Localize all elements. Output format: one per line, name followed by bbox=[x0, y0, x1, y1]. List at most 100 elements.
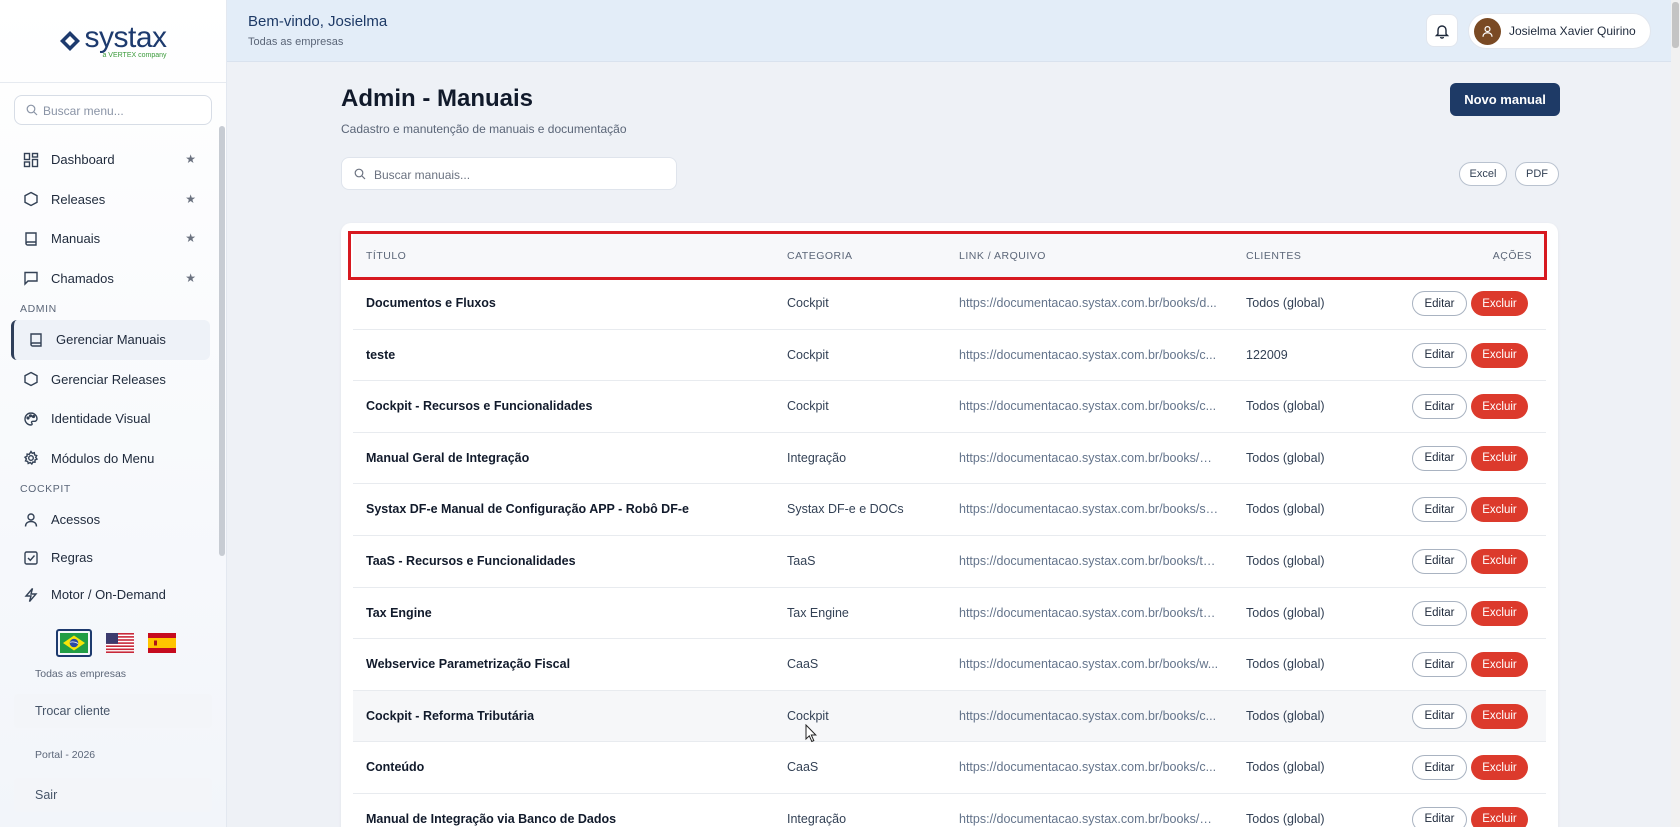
export-pdf-button[interactable]: PDF bbox=[1515, 162, 1559, 186]
delete-button[interactable]: Excluir bbox=[1471, 342, 1528, 368]
notifications-button[interactable] bbox=[1426, 14, 1458, 47]
sidebar-item-motor-on-demand[interactable]: Motor / On-Demand bbox=[0, 576, 216, 614]
table-row[interactable]: Cockpit - Reforma Tributária Cockpit htt… bbox=[353, 690, 1546, 743]
user-menu-button[interactable]: Josielma Xavier Quirino bbox=[1468, 13, 1651, 49]
menu-search-input[interactable]: Buscar menu... bbox=[14, 95, 212, 125]
star-icon[interactable]: ★ bbox=[185, 192, 196, 206]
star-icon[interactable]: ★ bbox=[185, 231, 196, 245]
table-row[interactable]: Systax DF-e Manual de Configuração APP -… bbox=[353, 484, 1546, 536]
cell-link[interactable]: https://documentacao.systax.com.br/books… bbox=[959, 348, 1219, 362]
cell-link[interactable]: https://documentacao.systax.com.br/books… bbox=[959, 399, 1219, 413]
table-row[interactable]: Tax Engine Tax Engine https://documentac… bbox=[353, 588, 1546, 640]
delete-button[interactable]: Excluir bbox=[1471, 548, 1528, 574]
delete-button[interactable]: Excluir bbox=[1471, 497, 1528, 523]
delete-button[interactable]: Excluir bbox=[1471, 755, 1528, 781]
logo-area: systax a VERTEX company bbox=[0, 0, 226, 83]
cell-link[interactable]: https://documentacao.systax.com.br/books… bbox=[959, 451, 1219, 465]
cell-link[interactable]: https://documentacao.systax.com.br/books… bbox=[959, 606, 1219, 620]
table-row[interactable]: Cockpit - Recursos e Funcionalidades Coc… bbox=[353, 381, 1546, 433]
table-row[interactable]: Manual Geral de Integração Integração ht… bbox=[353, 433, 1546, 485]
page-scrollbar[interactable] bbox=[1671, 0, 1680, 827]
page-scrollbar-thumb[interactable] bbox=[1672, 2, 1679, 48]
cell-category: CaaS bbox=[787, 760, 819, 775]
edit-button[interactable]: Editar bbox=[1412, 342, 1467, 368]
table-row[interactable]: Documentos e Fluxos Cockpit https://docu… bbox=[353, 278, 1546, 330]
delete-button[interactable]: Excluir bbox=[1471, 394, 1528, 420]
search-placeholder: Buscar manuais... bbox=[374, 168, 471, 182]
manuals-search-input[interactable]: Buscar manuais... bbox=[341, 157, 677, 190]
table-row[interactable]: Conteúdo CaaS https://documentacao.systa… bbox=[353, 742, 1546, 794]
sidebar-scrollbar[interactable] bbox=[219, 126, 225, 556]
delete-button[interactable]: Excluir bbox=[1471, 291, 1528, 316]
hexagon-icon bbox=[23, 371, 39, 387]
page-subtitle: Cadastro e manutenção de manuais e docum… bbox=[341, 122, 627, 136]
table-row[interactable]: TaaS - Recursos e Funcionalidades TaaS h… bbox=[353, 536, 1546, 588]
edit-button[interactable]: Editar bbox=[1412, 497, 1467, 523]
brand-logo[interactable]: systax a VERTEX company bbox=[59, 21, 167, 59]
brand-name: systax bbox=[84, 21, 167, 54]
sidebar-item-acessos[interactable]: Acessos bbox=[0, 500, 216, 540]
sidebar-item-chamados[interactable]: Chamados ★ bbox=[0, 259, 216, 299]
sidebar-item-gerenciar-releases[interactable]: Gerenciar Releases bbox=[0, 360, 216, 400]
cell-link[interactable]: https://documentacao.systax.com.br/books… bbox=[959, 812, 1219, 826]
delete-button[interactable]: Excluir bbox=[1471, 652, 1528, 678]
sidebar-item-label: Acessos bbox=[51, 512, 101, 528]
cell-clients: 122009 bbox=[1246, 347, 1288, 362]
column-header-category[interactable]: CATEGORIA bbox=[787, 250, 853, 262]
delete-button[interactable]: Excluir bbox=[1471, 445, 1528, 471]
delete-button[interactable]: Excluir bbox=[1471, 600, 1528, 626]
logout-button[interactable]: Sair bbox=[14, 778, 212, 812]
cell-link[interactable]: https://documentacao.systax.com.br/books… bbox=[959, 657, 1219, 671]
cell-link[interactable]: https://documentacao.systax.com.br/books… bbox=[959, 296, 1219, 310]
spain-flag-icon[interactable] bbox=[148, 633, 176, 653]
sidebar-item-modulos-menu[interactable]: Módulos do Menu bbox=[0, 439, 216, 479]
column-header-clients[interactable]: CLIENTES bbox=[1246, 250, 1301, 262]
edit-button[interactable]: Editar bbox=[1412, 445, 1467, 471]
language-pt-button[interactable] bbox=[56, 629, 92, 657]
star-icon[interactable]: ★ bbox=[185, 271, 196, 285]
edit-button[interactable]: Editar bbox=[1412, 394, 1467, 420]
column-header-title[interactable]: TÍTULO bbox=[366, 250, 406, 262]
cell-category: Integração bbox=[787, 811, 847, 826]
checkbox-icon bbox=[23, 550, 39, 566]
delete-button[interactable]: Excluir bbox=[1471, 806, 1528, 827]
edit-button[interactable]: Editar bbox=[1412, 548, 1467, 574]
usa-flag-icon[interactable] bbox=[106, 633, 134, 653]
table-row[interactable]: Webservice Parametrização Fiscal CaaS ht… bbox=[353, 639, 1546, 691]
cell-title: TaaS - Recursos e Funcionalidades bbox=[366, 553, 576, 568]
edit-button[interactable]: Editar bbox=[1412, 291, 1467, 316]
edit-button[interactable]: Editar bbox=[1412, 600, 1467, 626]
edit-button[interactable]: Editar bbox=[1412, 755, 1467, 781]
user-avatar-icon bbox=[1482, 25, 1493, 37]
sidebar-item-manuais[interactable]: Manuais ★ bbox=[0, 219, 216, 259]
cell-link[interactable]: https://documentacao.systax.com.br/books… bbox=[959, 760, 1219, 774]
star-icon[interactable]: ★ bbox=[185, 152, 196, 166]
sidebar-item-dashboard[interactable]: Dashboard ★ bbox=[0, 140, 216, 180]
portal-version-label: Portal - 2026 bbox=[35, 749, 96, 761]
cell-link[interactable]: https://documentacao.systax.com.br/books… bbox=[959, 502, 1219, 516]
cell-clients: Todos (global) bbox=[1246, 708, 1325, 723]
sidebar-item-identidade-visual[interactable]: Identidade Visual bbox=[0, 399, 216, 439]
manuals-table: TÍTULO CATEGORIA LINK / ARQUIVO CLIENTES… bbox=[341, 223, 1558, 827]
sidebar-item-releases[interactable]: Releases ★ bbox=[0, 180, 216, 220]
cell-clients: Todos (global) bbox=[1246, 502, 1325, 517]
cell-link[interactable]: https://documentacao.systax.com.br/books… bbox=[959, 554, 1219, 568]
switch-client-button[interactable]: Trocar cliente bbox=[14, 694, 212, 728]
new-manual-button[interactable]: Novo manual bbox=[1450, 83, 1560, 116]
export-excel-button[interactable]: Excel bbox=[1459, 162, 1507, 186]
sidebar-item-regras[interactable]: Regras bbox=[0, 540, 216, 576]
cell-clients: Todos (global) bbox=[1246, 657, 1325, 672]
table-row[interactable]: teste Cockpit https://documentacao.systa… bbox=[353, 330, 1546, 382]
sidebar-item-gerenciar-manuais[interactable]: Gerenciar Manuais bbox=[11, 320, 210, 360]
column-header-link[interactable]: LINK / ARQUIVO bbox=[959, 250, 1046, 262]
edit-button[interactable]: Editar bbox=[1412, 652, 1467, 678]
book-icon bbox=[28, 332, 44, 348]
sidebar-item-label: Dashboard bbox=[51, 152, 115, 168]
cell-link[interactable]: https://documentacao.systax.com.br/books… bbox=[959, 709, 1219, 723]
delete-button[interactable]: Excluir bbox=[1471, 703, 1528, 729]
sidebar-item-label: Regras bbox=[51, 550, 93, 565]
user-icon bbox=[23, 512, 39, 528]
table-row[interactable]: Manual de Integração via Banco de Dados … bbox=[353, 794, 1546, 827]
edit-button[interactable]: Editar bbox=[1412, 703, 1467, 729]
edit-button[interactable]: Editar bbox=[1412, 806, 1467, 827]
